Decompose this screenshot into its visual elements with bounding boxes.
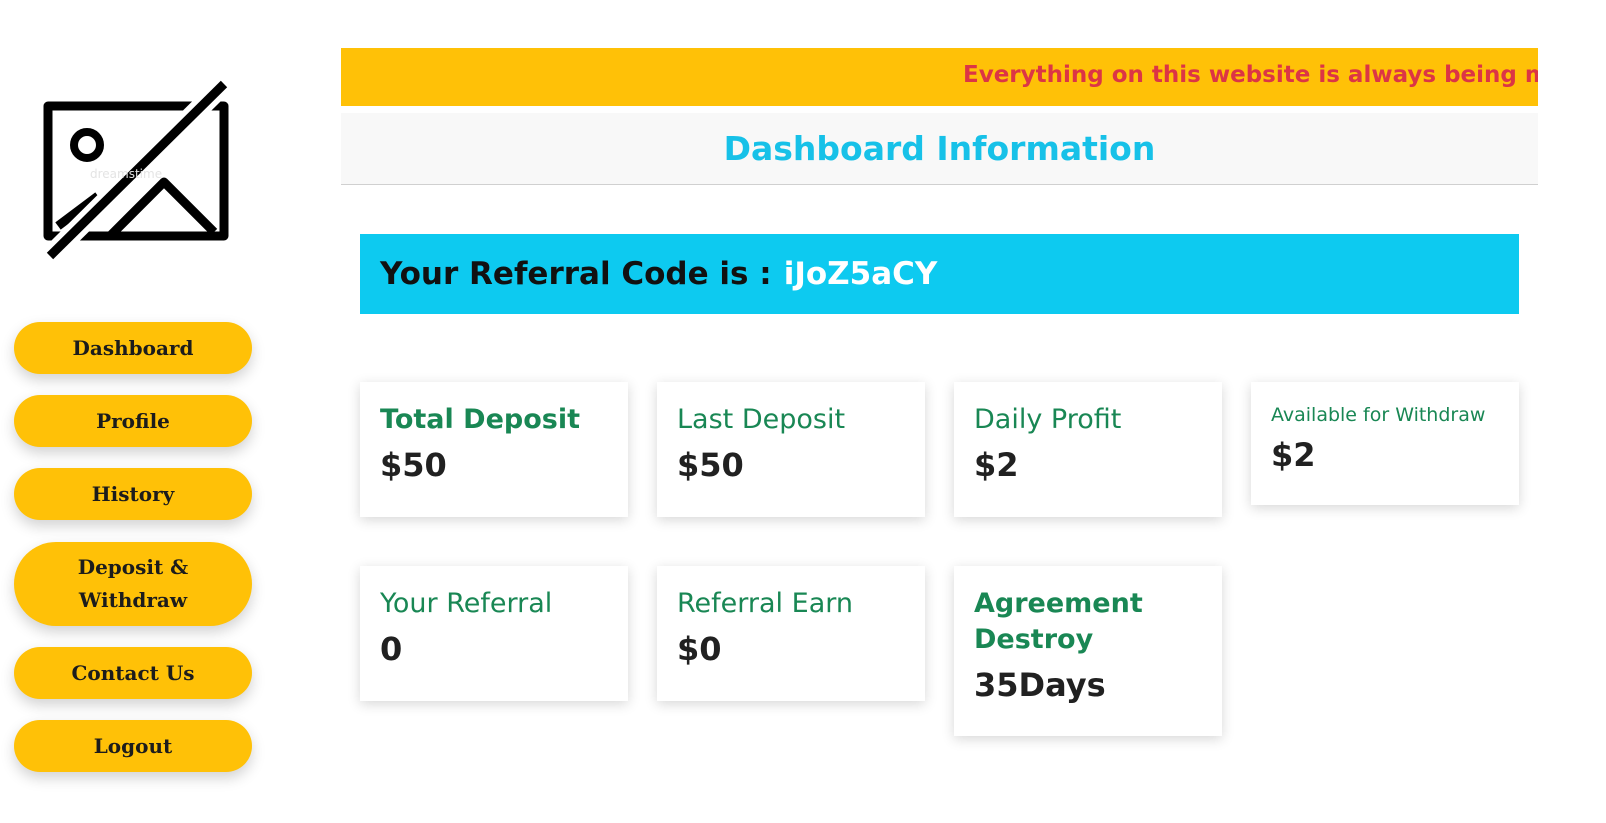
stat-card-value: $2 [1271,436,1316,474]
sidebar-item-dashboard[interactable]: Dashboard [14,322,252,374]
page-header: Dashboard Information [341,113,1538,185]
sidebar-item-label: Profile [96,408,170,433]
stat-card-value: 35Days [974,666,1106,704]
sidebar-item-label: Logout [93,733,173,758]
sidebar-item-contact-us[interactable]: Contact Us [14,647,252,699]
stat-card-value: $0 [677,630,722,668]
sidebar-item-label: Dashboard [72,335,194,360]
sidebar-item-history[interactable]: History [14,468,252,520]
stat-card-your-referral: Your Referral 0 [360,566,628,701]
stat-card-label: Total Deposit [380,404,580,435]
sidebar-item-logout[interactable]: Logout [14,720,252,772]
sidebar-item-label: Deposit & Withdraw [77,555,189,612]
sidebar-item-profile[interactable]: Profile [14,395,252,447]
referral-code-label: Your Referral Code is : [380,256,772,292]
stat-card-value: $50 [380,446,447,484]
stat-card-available-withdraw: Available for Withdraw $2 [1251,382,1519,505]
image-unavailable-icon: dreamstime [42,76,232,264]
stat-card-daily-profit: Daily Profit $2 [954,382,1222,517]
stat-card-label: Referral Earn [677,588,853,619]
stat-card-total-deposit: Total Deposit $50 [360,382,628,517]
watermark-text: dreamstime [90,167,162,181]
stat-card-referral-earn: Referral Earn $0 [657,566,925,701]
warning-banner-text: Everything on this website is always bei… [963,62,1538,88]
referral-code-box: Your Referral Code is : iJoZ5aCY [360,234,1519,314]
stat-card-label: Last Deposit [677,404,846,435]
stat-card-label: Available for Withdraw [1271,404,1486,426]
sidebar-item-deposit-withdraw[interactable]: Deposit & Withdraw [14,542,252,626]
sidebar-item-label: History [91,481,175,506]
stat-card-value: $50 [677,446,744,484]
stat-card-value: $2 [974,446,1019,484]
stat-card-label: Your Referral [380,588,553,619]
logo: dreamstime [38,76,238,268]
referral-code-value[interactable]: iJoZ5aCY [784,256,938,292]
stat-card-last-deposit: Last Deposit $50 [657,382,925,517]
warning-banner: Everything on this website is always bei… [341,48,1538,106]
page-title: Dashboard Information [723,129,1156,168]
stat-card-label: Daily Profit [974,404,1122,435]
stat-card-agreement-destroy: Agreement Destroy 35Days [954,566,1222,736]
stat-card-value: 0 [380,630,403,668]
sidebar-item-label: Contact Us [71,660,195,685]
stat-card-label: Agreement Destroy [974,588,1143,655]
